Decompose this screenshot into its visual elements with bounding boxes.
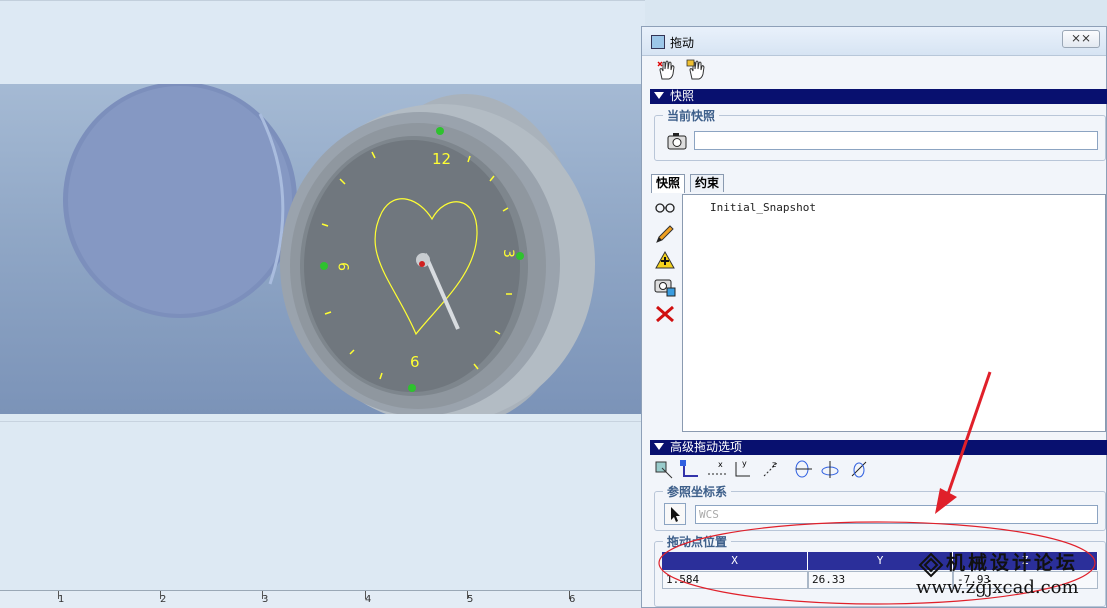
tab-snapshots[interactable]: 快照 (651, 174, 686, 193)
annotation-overlay (658, 371, 1096, 605)
annotation-arrow (946, 371, 992, 495)
watermark-url: www.zgjxcad.com (916, 577, 1079, 598)
logo-icon (918, 552, 944, 578)
forum-watermark: 机械设计论坛 www.zgjxcad.com (914, 548, 1104, 604)
watermark-title: 机械设计论坛 (946, 552, 1079, 574)
